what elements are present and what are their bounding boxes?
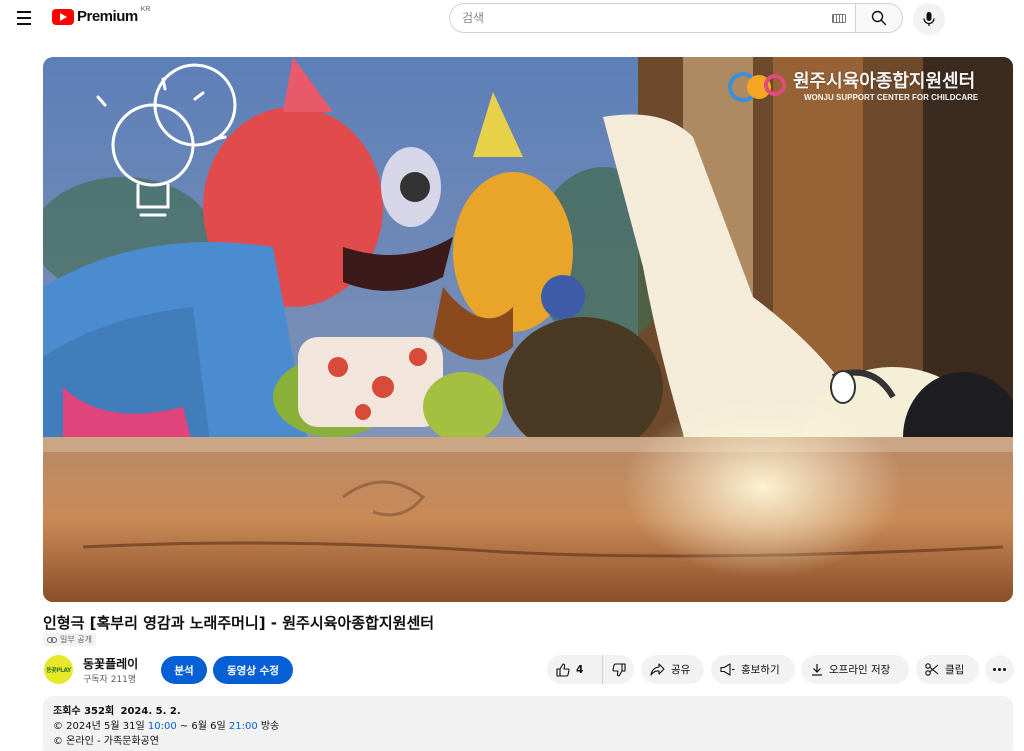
- view-count: 조회수 352회: [53, 706, 115, 717]
- edit-video-button[interactable]: 동영상 수정: [213, 656, 293, 684]
- microphone-icon: [923, 12, 935, 26]
- youtube-premium-logo[interactable]: Premium KR: [52, 6, 151, 25]
- subscriber-count: 구독자 211명: [83, 675, 137, 685]
- share-label: 공유: [671, 664, 691, 676]
- description-box[interactable]: 조회수 352회 2024. 5. 2. © 2024년 5월 31일 10:0…: [43, 696, 1013, 751]
- upload-date: 2024. 5. 2.: [120, 706, 181, 717]
- schedule-mid: ~ 6월 6일: [176, 721, 229, 732]
- voice-search-button[interactable]: [913, 3, 945, 35]
- overlay-org-english: WONJU SUPPORT CENTER FOR CHILDCARE: [804, 93, 979, 102]
- like-count: 4: [576, 663, 584, 676]
- search-button[interactable]: [855, 3, 903, 33]
- thumbs-down-icon: [611, 662, 626, 677]
- more-dot: [993, 668, 996, 671]
- play-logo-icon: [52, 8, 74, 25]
- visibility-label: 일부 공개: [60, 635, 92, 644]
- menu-icon[interactable]: [12, 6, 38, 30]
- more-actions-button[interactable]: [985, 655, 1014, 684]
- promote-label: 홍보하기: [741, 664, 780, 676]
- keyboard-icon[interactable]: [832, 14, 846, 23]
- avatar-text: 동꽃PLAY: [46, 667, 71, 674]
- search-bar: [449, 3, 903, 33]
- search-input[interactable]: [449, 3, 855, 33]
- megaphone-icon: [720, 663, 735, 676]
- promote-button[interactable]: 홍보하기: [711, 655, 795, 684]
- overlay-org-name: 원주시육아종합지원센터: [793, 71, 976, 92]
- like-button[interactable]: 4: [547, 655, 603, 684]
- video-frame: [43, 57, 1013, 602]
- analytics-button[interactable]: 분석: [161, 656, 207, 684]
- share-icon: [650, 663, 665, 676]
- schedule-prefix: © 2024년 5월 31일: [53, 721, 148, 732]
- thumbs-up-icon: [556, 662, 570, 677]
- schedule-start-time[interactable]: 10:00: [148, 721, 177, 732]
- dislike-button[interactable]: [603, 655, 634, 684]
- description-category: © 온라인 - 가족문화공연: [53, 736, 159, 747]
- video-title: 인형극 [혹부리 영감과 노래주머니] - 원주시육아종합지원센터: [43, 614, 435, 632]
- channel-name[interactable]: 동꽃플레이: [83, 655, 138, 672]
- more-dot: [998, 668, 1001, 671]
- clip-button[interactable]: 클립: [916, 655, 979, 684]
- description-schedule: © 2024년 5월 31일 10:00 ~ 6월 6일 21:00 방송: [53, 719, 1003, 734]
- like-dislike-group: 4: [547, 655, 634, 684]
- scissors-icon: [925, 663, 939, 676]
- schedule-suffix: 방송: [257, 721, 280, 732]
- more-dot: [1003, 668, 1006, 671]
- video-player[interactable]: 원주시육아종합지원센터 WONJU SUPPORT CENTER FOR CHI…: [43, 57, 1013, 602]
- visibility-badge: 일부 공개: [43, 633, 96, 646]
- link-icon: [47, 636, 57, 643]
- top-bar: Premium KR: [0, 0, 1024, 38]
- share-button[interactable]: 공유: [641, 655, 704, 684]
- clip-label: 클립: [945, 664, 965, 676]
- download-icon: [812, 664, 822, 676]
- logo-region: KR: [140, 6, 151, 13]
- download-button[interactable]: 오프라인 저장: [801, 655, 909, 684]
- description-stats: 조회수 352회 2024. 5. 2.: [53, 704, 1003, 719]
- logo-text: Premium: [77, 8, 138, 25]
- schedule-end-time[interactable]: 21:00: [229, 721, 258, 732]
- search-icon: [871, 10, 887, 26]
- channel-avatar[interactable]: 동꽃PLAY: [44, 655, 73, 684]
- download-label: 오프라인 저장: [829, 664, 891, 676]
